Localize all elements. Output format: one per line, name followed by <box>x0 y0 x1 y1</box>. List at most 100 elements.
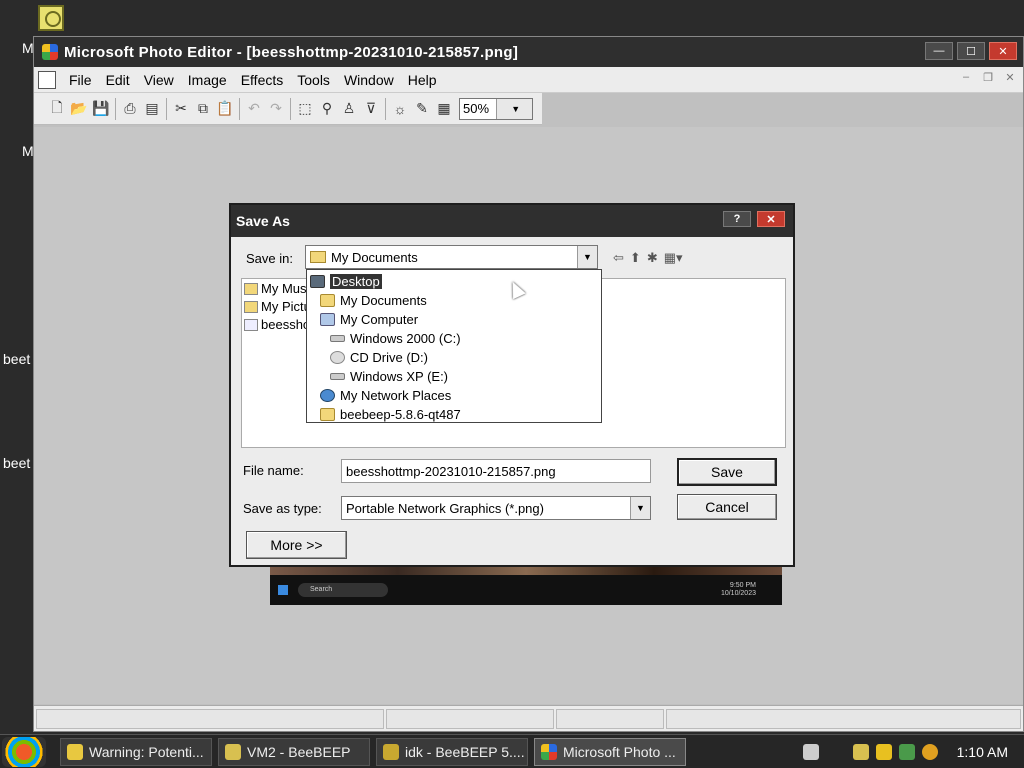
touchup-icon[interactable]: ✎ <box>411 98 433 120</box>
dialog-titlebar[interactable]: Save As ? ✕ <box>231 205 793 237</box>
status-pane <box>36 709 384 729</box>
folder-icon <box>310 251 326 263</box>
dropdown-item-drive-c[interactable]: Windows 2000 (C:) <box>330 329 461 347</box>
taskbar-item-idk-beebeep[interactable]: idk - BeeBEEP 5.... <box>376 737 528 766</box>
bee-icon <box>225 743 241 760</box>
dropdown-item-drive-e[interactable]: Windows XP (E:) <box>330 367 448 385</box>
photo-editor-icon <box>42 44 58 60</box>
dialog-title: Save As <box>236 213 290 229</box>
dropdown-item-network[interactable]: My Network Places <box>320 386 451 404</box>
zoom-icon[interactable]: ⚲ <box>316 98 338 120</box>
minimize-button[interactable]: — <box>925 42 953 60</box>
save-in-dropdown-list: Desktop My Documents My Computer Windows… <box>306 269 602 423</box>
menu-file[interactable]: File <box>62 72 99 88</box>
bee-tray-icon[interactable] <box>852 743 869 760</box>
doc-minimize-icon[interactable]: – <box>957 71 975 87</box>
desktop-icon <box>310 274 325 288</box>
cut-icon[interactable]: ✂ <box>170 98 192 120</box>
copy-icon[interactable]: ⧉ <box>192 98 214 120</box>
help-button[interactable]: ? <box>723 211 751 227</box>
search-tray-icon[interactable] <box>921 743 938 760</box>
hard-drive-icon <box>330 372 345 380</box>
dropdown-item-drive-d[interactable]: CD Drive (D:) <box>330 348 428 366</box>
view-menu-icon[interactable]: ▦▾ <box>664 250 683 266</box>
smudge-icon[interactable]: ▦ <box>433 98 455 120</box>
more-button[interactable]: More >> <box>246 531 347 559</box>
new-folder-icon[interactable]: ✱ <box>647 250 658 266</box>
chevron-down-icon[interactable]: ▼ <box>577 246 597 268</box>
select-icon[interactable]: ⬚ <box>294 98 316 120</box>
scan-icon[interactable]: ▤ <box>141 98 163 120</box>
menu-effects[interactable]: Effects <box>234 72 291 88</box>
menu-image[interactable]: Image <box>181 72 234 88</box>
hard-drive-icon <box>330 334 345 342</box>
menu-window[interactable]: Window <box>337 72 401 88</box>
zoom-select[interactable]: 50% ▼ <box>459 97 533 120</box>
desktop-label: beet <box>3 455 31 471</box>
menu-help[interactable]: Help <box>401 72 444 88</box>
desktop-label: beet <box>3 351 31 367</box>
save-in-select[interactable]: My Documents ▼ <box>305 245 598 269</box>
close-button[interactable]: ✕ <box>989 42 1017 60</box>
image-date-text: 10/10/2023 <box>720 590 756 597</box>
print-icon[interactable]: ⎙ <box>119 98 141 120</box>
window-title: Microsoft Photo Editor - [beesshottmp-20… <box>64 43 519 61</box>
doc-close-icon[interactable]: ✕ <box>1001 71 1019 87</box>
zoom-value: 50% <box>463 101 490 116</box>
status-pane <box>556 709 664 729</box>
dropdown-item-my-documents[interactable]: My Documents <box>320 291 427 309</box>
desktop-app-icon[interactable] <box>38 5 64 31</box>
new-icon[interactable]: 🗋 <box>46 98 68 120</box>
taskbar-item-vm2-beebeep[interactable]: VM2 - BeeBEEP <box>218 737 370 766</box>
save-icon[interactable]: 💾 <box>90 98 112 120</box>
stamp-icon[interactable]: ♙ <box>338 98 360 120</box>
menu-view[interactable]: View <box>137 72 181 88</box>
security-shield-icon[interactable] <box>875 743 892 760</box>
undo-icon[interactable]: ↶ <box>243 98 265 120</box>
menu-bar: File Edit View Image Effects Tools Windo… <box>34 67 1023 93</box>
save-button[interactable]: Save <box>677 458 777 486</box>
system-tray: 1:10 AM <box>802 743 1024 760</box>
taskbar-item-photo-editor[interactable]: Microsoft Photo ... <box>534 737 686 766</box>
cd-drive-icon <box>330 350 345 364</box>
menu-tools[interactable]: Tools <box>290 72 337 88</box>
window-titlebar[interactable]: Microsoft Photo Editor - [beesshottmp-20… <box>34 37 1023 67</box>
brightness-icon[interactable]: ☼ <box>389 98 411 120</box>
desktop-label: M <box>22 143 34 159</box>
start-button[interactable] <box>2 736 46 767</box>
back-icon[interactable]: ⇦ <box>613 250 624 266</box>
keyboard-icon[interactable] <box>802 743 819 760</box>
chevron-down-icon[interactable]: ▼ <box>495 98 532 119</box>
image-canvas: Search 9:50 PM 10/10/2023 <box>270 563 782 605</box>
save-in-value: My Documents <box>331 249 418 265</box>
folder-icon <box>320 293 335 307</box>
cancel-button[interactable]: Cancel <box>677 494 777 520</box>
clock[interactable]: 1:10 AM <box>957 744 1008 760</box>
dropdown-item-beebeep-folder[interactable]: beebeep-5.8.6-qt487 <box>320 405 461 423</box>
windows-logo-icon <box>278 585 288 595</box>
image-taskbar-area: Search 9:50 PM 10/10/2023 <box>270 575 782 605</box>
chevron-down-icon[interactable]: ▼ <box>630 497 650 519</box>
network-tray-icon[interactable] <box>898 743 915 760</box>
computer-icon <box>320 312 335 326</box>
dropdown-item-desktop[interactable]: Desktop <box>310 272 383 290</box>
document-icon[interactable] <box>38 70 56 89</box>
save-type-select[interactable]: Portable Network Graphics (*.png) ▼ <box>341 496 651 520</box>
toolbar: 🗋 📂 💾 ⎙ ▤ ✂ ⧉ 📋 ↶ ↷ ⬚ ⚲ ♙ ⊽ ☼ ✎ ▦ 50% ▼ <box>34 93 542 125</box>
transparency-icon[interactable]: ⊽ <box>360 98 382 120</box>
file-name-input[interactable]: beesshottmp-20231010-215857.png <box>341 459 651 483</box>
up-folder-icon[interactable]: ⬆ <box>630 250 641 266</box>
status-bar <box>34 705 1023 731</box>
network-icon <box>320 388 335 402</box>
taskbar-item-warning[interactable]: Warning: Potenti... <box>60 737 212 766</box>
doc-restore-icon[interactable]: ❐ <box>979 71 997 87</box>
maximize-button[interactable]: ☐ <box>957 42 985 60</box>
open-icon[interactable]: 📂 <box>68 98 90 120</box>
status-pane <box>386 709 554 729</box>
menu-edit[interactable]: Edit <box>99 72 137 88</box>
redo-icon[interactable]: ↷ <box>265 98 287 120</box>
dropdown-item-my-computer[interactable]: My Computer <box>320 310 418 328</box>
dialog-close-button[interactable]: ✕ <box>757 211 785 227</box>
paste-icon[interactable]: 📋 <box>214 98 236 120</box>
desktop-label: M <box>22 40 34 56</box>
